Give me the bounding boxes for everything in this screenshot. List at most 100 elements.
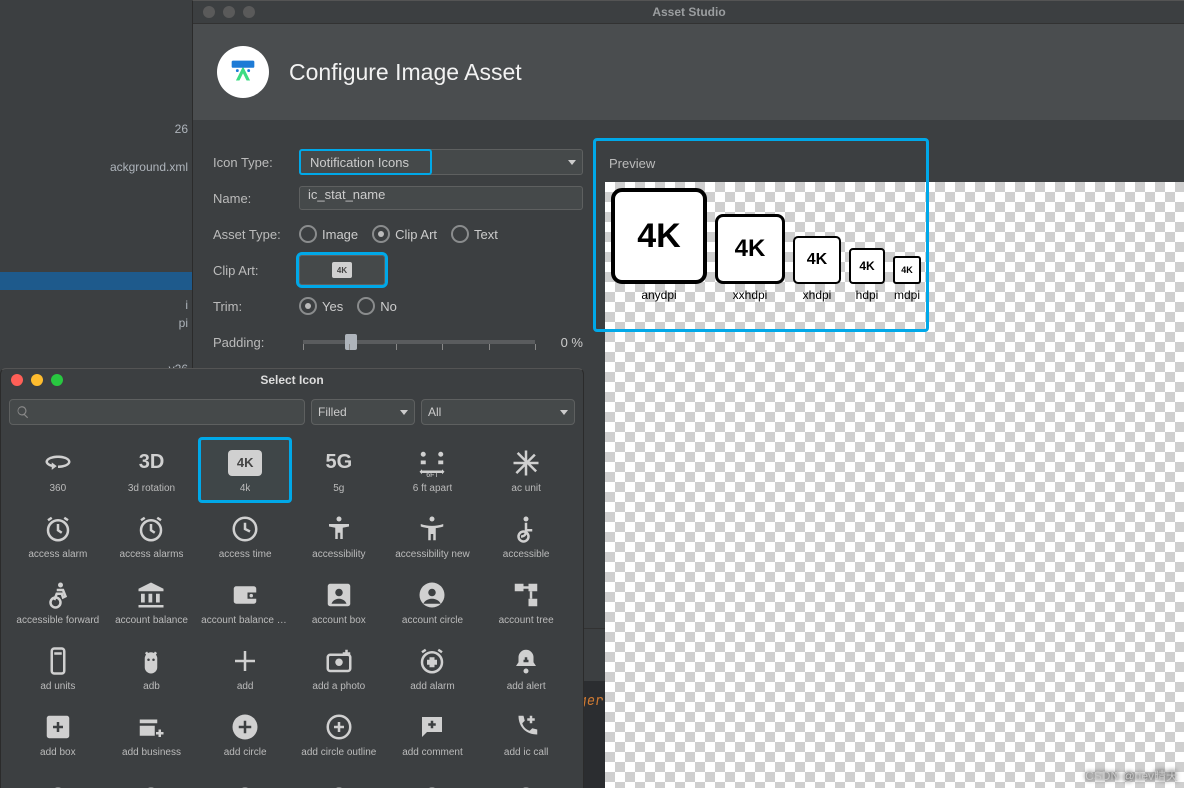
name-label: Name: [213, 191, 299, 206]
icon-option[interactable]: ad units [11, 635, 105, 701]
ad-units-icon [43, 645, 73, 677]
icon-option[interactable]: 6FT6 ft apart [386, 437, 480, 503]
icon-option[interactable] [105, 767, 199, 788]
icon-option[interactable]: account circle [386, 569, 480, 635]
icon-option[interactable]: add circle [198, 701, 292, 767]
chevron-down-icon [400, 410, 408, 415]
icon-option[interactable]: 5G5g [292, 437, 386, 503]
asset-type-image-radio[interactable]: Image [299, 225, 358, 243]
icon-type-select[interactable]: Notification Icons [299, 149, 583, 175]
preview-label: anydpi [641, 288, 676, 302]
icon-option[interactable]: add alert [479, 635, 573, 701]
category-filter-select[interactable]: All [421, 399, 575, 425]
asset-type-text-radio[interactable]: Text [451, 225, 498, 243]
icon-label: accessible forward [16, 615, 99, 626]
preview-label: xhdpi [803, 288, 832, 302]
icon-option[interactable]: access time [198, 503, 292, 569]
icon-label: account box [312, 615, 366, 626]
icon-option[interactable]: 360 [11, 437, 105, 503]
icon-option[interactable] [198, 767, 292, 788]
access-alarms-icon [136, 513, 166, 545]
icon-option[interactable]: 3D3d rotation [105, 437, 199, 503]
icon-option[interactable] [11, 767, 105, 788]
account-balance-icon [136, 579, 166, 611]
android-studio-icon [217, 46, 269, 98]
icon-option[interactable]: account balance walle [198, 569, 292, 635]
icon-option[interactable] [292, 767, 386, 788]
icon-label: account balance walle [201, 615, 289, 626]
icon-option[interactable]: ac unit [479, 437, 573, 503]
icon-label: add circle [224, 747, 267, 758]
3d-rotation-icon: 3D [139, 447, 165, 479]
padding-value: 0 % [535, 335, 583, 350]
minimize-icon[interactable] [31, 374, 43, 386]
icon-label: access alarm [28, 549, 87, 560]
icon-option[interactable]: account balance [105, 569, 199, 635]
slider-thumb-icon[interactable] [345, 334, 357, 350]
trim-no-radio[interactable]: No [357, 297, 397, 315]
trim-yes-radio[interactable]: Yes [299, 297, 343, 315]
add-a-photo-icon [324, 645, 354, 677]
icon-option[interactable]: accessibility [292, 503, 386, 569]
icon-option[interactable] [386, 767, 480, 788]
icon-option[interactable]: add business [105, 701, 199, 767]
icon-type-label: Icon Type: [213, 155, 299, 170]
icon-label: access alarms [120, 549, 184, 560]
icon-label: add ic call [504, 747, 548, 758]
accessible-icon [511, 513, 541, 545]
icon-option[interactable]: account box [292, 569, 386, 635]
icon-option[interactable]: 4K4k [198, 437, 292, 503]
icon-label: adb [143, 681, 160, 692]
close-icon[interactable] [11, 374, 23, 386]
access-time-icon [230, 513, 260, 545]
account-circle-icon [417, 579, 447, 611]
icon-option[interactable]: accessibility new [386, 503, 480, 569]
icon-option[interactable]: add box [11, 701, 105, 767]
icon-option[interactable]: add ic call [479, 701, 573, 767]
search-input[interactable] [9, 399, 305, 425]
icon-option[interactable]: accessible [479, 503, 573, 569]
preview-label: xxhdpi [733, 288, 768, 302]
icon-label: add business [122, 747, 181, 758]
icon-option[interactable]: add [198, 635, 292, 701]
icon-label: 5g [333, 483, 344, 494]
icon-option[interactable]: access alarms [105, 503, 199, 569]
zoom-icon[interactable] [51, 374, 63, 386]
icon-label: access time [219, 549, 272, 560]
preview-item: 4Khdpi [849, 248, 885, 302]
trim-label: Trim: [213, 299, 299, 314]
preview-4k-icon: 4K [893, 256, 921, 284]
ac-unit-icon [511, 447, 541, 479]
icon-option[interactable]: account tree [479, 569, 573, 635]
window-controls[interactable] [193, 6, 255, 18]
icon-option[interactable]: accessible forward [11, 569, 105, 635]
preview-panel: Preview 4Kanydpi4Kxxhdpi4Kxhdpi4Khdpi4Km… [599, 150, 1165, 618]
picker-titlebar[interactable]: Select Icon [1, 369, 583, 391]
window-controls[interactable] [1, 374, 63, 386]
zoom-icon[interactable] [243, 6, 255, 18]
icon-option[interactable]: add a photo [292, 635, 386, 701]
watermark: CSDN @dev晴天 [1085, 767, 1178, 784]
minimize-icon[interactable] [223, 6, 235, 18]
close-icon[interactable] [203, 6, 215, 18]
account-balance-walle-icon [230, 579, 260, 611]
chevron-down-icon [568, 160, 576, 165]
5g-icon: 5G [325, 447, 352, 479]
icon-option[interactable]: add comment [386, 701, 480, 767]
name-input[interactable]: ic_stat_name [299, 186, 583, 210]
icon-option[interactable] [479, 767, 573, 788]
padding-slider[interactable] [303, 340, 535, 344]
icon-option[interactable]: add circle outline [292, 701, 386, 767]
account-box-icon [324, 579, 354, 611]
icon-option[interactable]: adb [105, 635, 199, 701]
add-business-icon [136, 711, 166, 743]
icon-option[interactable]: add alarm [386, 635, 480, 701]
icon-option[interactable]: access alarm [11, 503, 105, 569]
style-filter-select[interactable]: Filled [311, 399, 415, 425]
asset-type-clipart-radio[interactable]: Clip Art [372, 225, 437, 243]
chevron-down-icon [560, 410, 568, 415]
clipart-picker-button[interactable]: 4K [299, 255, 385, 285]
icon-label: account tree [499, 615, 554, 626]
add-box-icon [43, 711, 73, 743]
dialog-titlebar[interactable]: Asset Studio [193, 1, 1184, 24]
